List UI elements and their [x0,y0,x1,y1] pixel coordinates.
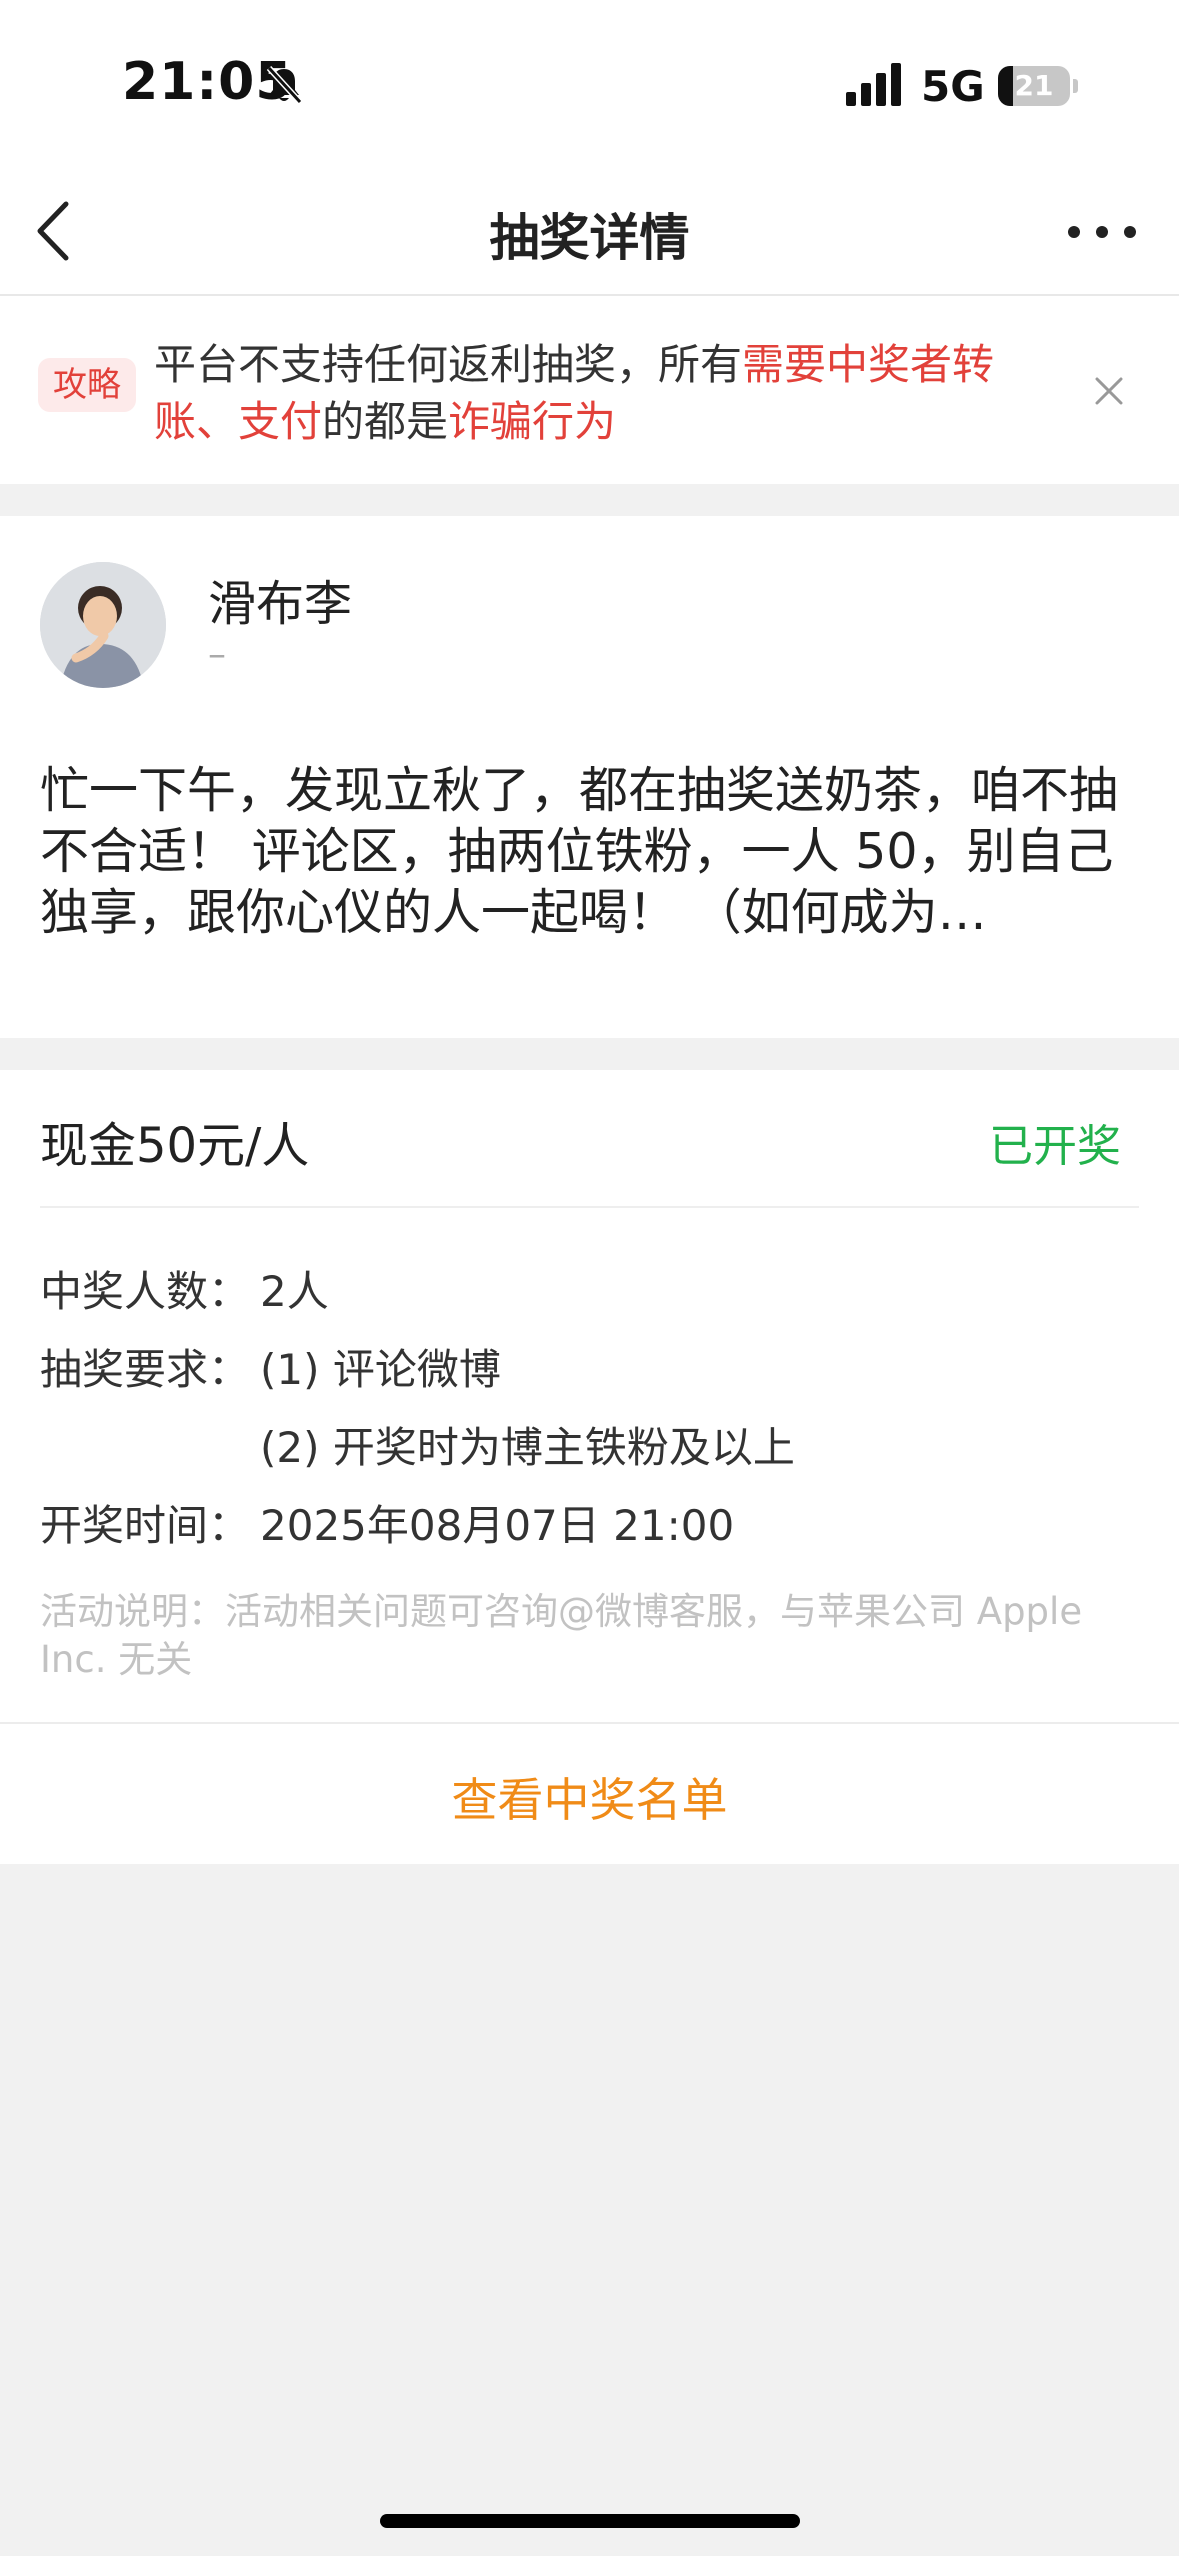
requirement-label: 抽奖要求： [40,1345,251,1394]
view-winners-section: 查看中奖名单 [0,1724,1179,1864]
notice-text-part: 的都是 [322,397,449,446]
notice-tag[interactable]: 攻略 [38,358,136,412]
requirement-row: (2) 开奖时为博主铁粉及以上 [260,1414,795,1475]
status-bar: 21:05 5G 21 [0,0,1179,170]
page-title: 抽奖详情 [489,209,690,267]
author-subtitle: – [208,634,226,675]
draw-time-value: 2025年08月07日 21:00 [260,1501,735,1550]
winners-count-row: 中奖人数： 2人 [40,1258,329,1319]
author-name[interactable]: 滑布李 [208,564,352,634]
status-badge: 已开奖 [989,1121,1121,1172]
network-type: 5G [921,62,985,111]
post-text[interactable]: 忙一下午，发现立秋了，都在抽奖送奶茶，咱不抽不合适！ 评论区，抽两位铁粉，一人 … [40,760,1140,943]
post-card[interactable]: 滑布李 – 忙一下午，发现立秋了，都在抽奖送奶茶，咱不抽不合适！ 评论区，抽两位… [0,516,1179,1038]
avatar-photo [40,562,166,688]
winners-count-label: 中奖人数： [40,1267,251,1316]
notice-text-part: 平台不支持任何返利抽奖，所有 [154,340,743,389]
notice-text: 平台不支持任何返利抽奖，所有需要中奖者转账、支付的都是诈骗行为 [154,336,1054,450]
requirement-item: (2) 开奖时为博主铁粉及以上 [260,1423,795,1472]
home-indicator[interactable] [380,2514,800,2528]
requirement-row: 抽奖要求： (1) 评论微博 [40,1336,501,1397]
requirement-item: (1) 评论微博 [260,1345,501,1394]
battery-level: 21 [1014,69,1054,102]
view-winners-button[interactable]: 查看中奖名单 [0,1764,1179,1830]
notice-highlight: 诈骗行为 [448,397,617,446]
draw-time-label: 开奖时间： [40,1501,251,1550]
bell-muted-icon [266,65,303,105]
signal-icon [846,63,901,106]
close-icon[interactable] [1092,374,1126,408]
prize-title: 现金50元/人 [40,1118,310,1174]
winners-count-value: 2人 [260,1267,329,1316]
draw-time-row: 开奖时间： 2025年08月07日 21:00 [40,1492,734,1553]
activity-description: 活动说明：活动相关问题可咨询@微博客服，与苹果公司 Apple Inc. 无关 [40,1590,1083,1681]
prize-card: 现金50元/人 已开奖 中奖人数： 2人 抽奖要求： (1) 评论微博 (2) 开奖… [0,1070,1179,1724]
avatar[interactable] [40,562,166,688]
divider [40,1206,1139,1208]
nav-bar: 抽奖详情 [0,170,1179,296]
more-icon[interactable] [1066,220,1138,244]
battery-icon: 21 [998,66,1078,106]
fraud-notice-banner: 攻略 平台不支持任何返利抽奖，所有需要中奖者转账、支付的都是诈骗行为 [0,296,1179,484]
